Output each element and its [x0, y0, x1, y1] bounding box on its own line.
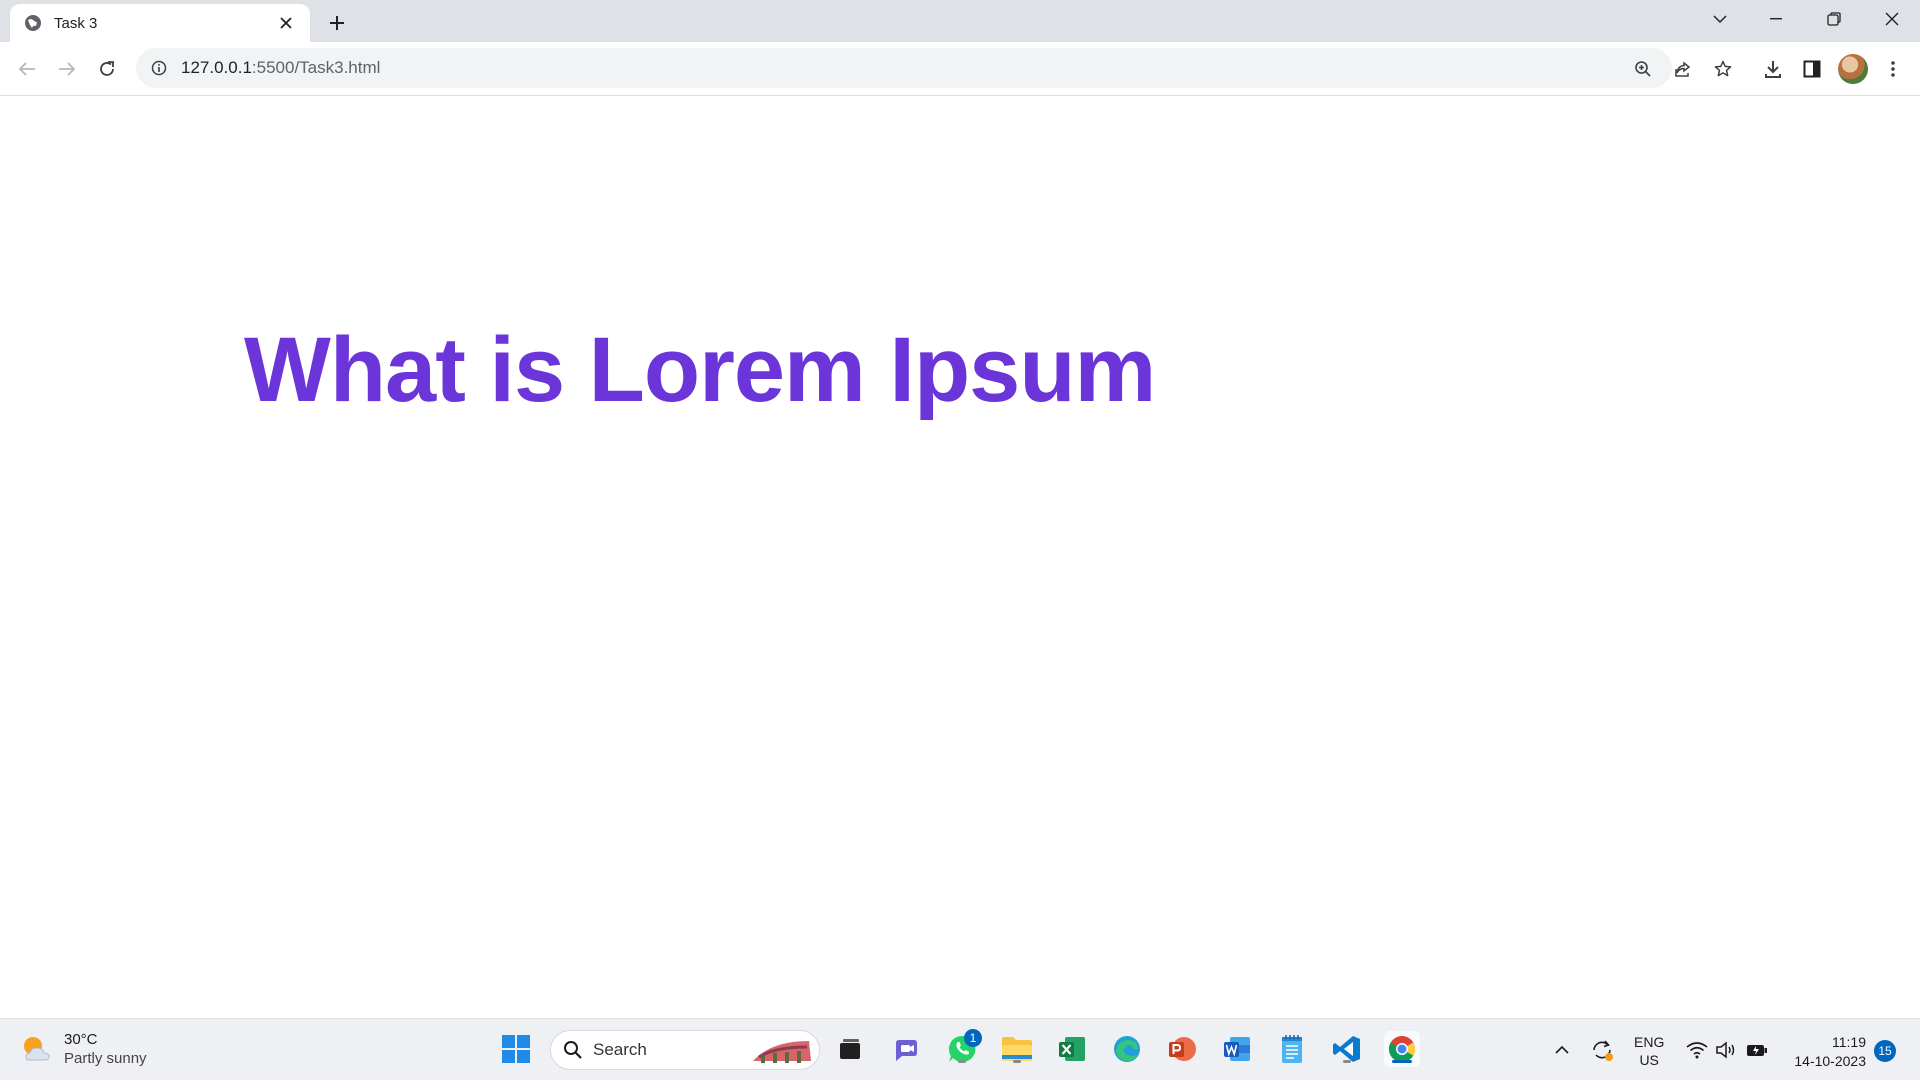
- powerpoint-app[interactable]: [1164, 1031, 1200, 1067]
- search-label: Search: [593, 1040, 647, 1059]
- tab-search-button[interactable]: [1692, 0, 1748, 38]
- start-button[interactable]: [498, 1031, 534, 1067]
- url-path: :5500/Task3.html: [251, 58, 381, 77]
- address-bar[interactable]: 127.0.0.1:5500/Task3.html: [136, 48, 1732, 88]
- chevron-up-icon[interactable]: [1550, 1038, 1574, 1062]
- notepad-icon: [1282, 1035, 1302, 1063]
- whatsapp-app[interactable]: 1: [944, 1029, 982, 1067]
- zoom-icon[interactable]: [1632, 58, 1654, 80]
- arrow-left-icon: [18, 62, 35, 76]
- minimize-icon: [1770, 18, 1782, 20]
- partly-sunny-icon: [20, 1032, 54, 1066]
- wifi-icon[interactable]: [1685, 1038, 1709, 1062]
- search-icon: [564, 1041, 582, 1059]
- search-highlight-image: [751, 1035, 813, 1067]
- edge-icon: [1114, 1036, 1140, 1062]
- weather-widget[interactable]: 30°C Partly sunny: [20, 1031, 147, 1067]
- globe-icon: [24, 14, 42, 32]
- minimize-button[interactable]: [1748, 0, 1804, 38]
- close-icon: [1885, 12, 1899, 26]
- clock-time: 11:19: [1832, 1034, 1866, 1050]
- arrow-right-icon: [59, 62, 76, 76]
- running-indicator: [958, 1060, 966, 1063]
- menu-icon[interactable]: [1880, 56, 1906, 82]
- sync-icon[interactable]: [1590, 1038, 1614, 1062]
- reload-icon: [100, 61, 114, 76]
- bookmark-star-icon[interactable]: [1712, 58, 1734, 80]
- share-icon[interactable]: [1672, 58, 1694, 80]
- whatsapp-unread-badge: 1: [964, 1029, 982, 1047]
- tab-title: Task 3: [54, 14, 98, 32]
- excel-app[interactable]: [1054, 1031, 1090, 1067]
- chrome-app[interactable]: [1384, 1031, 1420, 1067]
- browser-toolbar: 127.0.0.1:5500/Task3.html: [0, 42, 1920, 96]
- restore-button[interactable]: [1806, 0, 1862, 38]
- side-panel-icon[interactable]: [1799, 56, 1825, 82]
- volume-icon[interactable]: [1714, 1038, 1738, 1062]
- running-indicator: [1013, 1060, 1021, 1063]
- back-button[interactable]: [12, 54, 42, 84]
- word-app[interactable]: [1219, 1031, 1255, 1067]
- tab-close-icon[interactable]: [276, 13, 296, 33]
- plus-icon: [330, 16, 344, 30]
- page-viewport: What is Lorem Ipsum: [0, 96, 1920, 1018]
- profile-avatar[interactable]: [1838, 54, 1868, 84]
- language-indicator[interactable]: ENG US: [1634, 1033, 1664, 1069]
- notepad-app[interactable]: [1274, 1031, 1310, 1067]
- new-tab-button[interactable]: [324, 10, 350, 36]
- keyboard-layout: US: [1639, 1052, 1659, 1068]
- task-view-button[interactable]: [832, 1031, 868, 1067]
- taskbar: 30°C Partly sunny Search 1 ENG US 11:19 …: [0, 1018, 1920, 1080]
- clock-date: 14-10-2023: [1794, 1053, 1866, 1069]
- notification-count-badge[interactable]: 15: [1874, 1040, 1896, 1062]
- language-code: ENG: [1634, 1034, 1665, 1050]
- close-window-button[interactable]: [1864, 0, 1920, 38]
- file-explorer-app[interactable]: [999, 1031, 1035, 1067]
- browser-tab[interactable]: Task 3: [10, 4, 310, 42]
- folder-icon: [1002, 1037, 1032, 1061]
- battery-icon[interactable]: [1745, 1038, 1769, 1062]
- chevron-down-icon: [1713, 15, 1727, 24]
- download-icon[interactable]: [1760, 56, 1786, 82]
- system-clock[interactable]: 11:19 14-10-2023: [1784, 1033, 1866, 1071]
- weather-temperature: 30°C: [64, 1031, 98, 1048]
- tab-strip: Task 3: [0, 0, 1920, 42]
- forward-button[interactable]: [52, 54, 82, 84]
- url-host: 127.0.0.1: [181, 58, 252, 77]
- taskbar-search[interactable]: Search: [550, 1030, 820, 1070]
- reload-button[interactable]: [92, 54, 122, 84]
- running-indicator: [1343, 1060, 1351, 1063]
- teams-chat-button[interactable]: [888, 1031, 924, 1067]
- weather-description: Partly sunny: [64, 1050, 147, 1067]
- url-text: 127.0.0.1:5500/Task3.html: [181, 58, 380, 78]
- vscode-app[interactable]: [1329, 1031, 1365, 1067]
- edge-app[interactable]: [1109, 1031, 1145, 1067]
- restore-icon: [1827, 12, 1841, 26]
- word-icon: [1224, 1037, 1250, 1061]
- task-view-icon: [840, 1039, 860, 1059]
- excel-icon: [1059, 1037, 1085, 1061]
- powerpoint-icon: [1169, 1037, 1196, 1061]
- page-heading: What is Lorem Ipsum: [244, 319, 1156, 421]
- windows-icon: [502, 1035, 530, 1063]
- site-info-icon[interactable]: [149, 58, 169, 78]
- chat-icon: [896, 1040, 917, 1061]
- active-indicator: [1392, 1060, 1412, 1063]
